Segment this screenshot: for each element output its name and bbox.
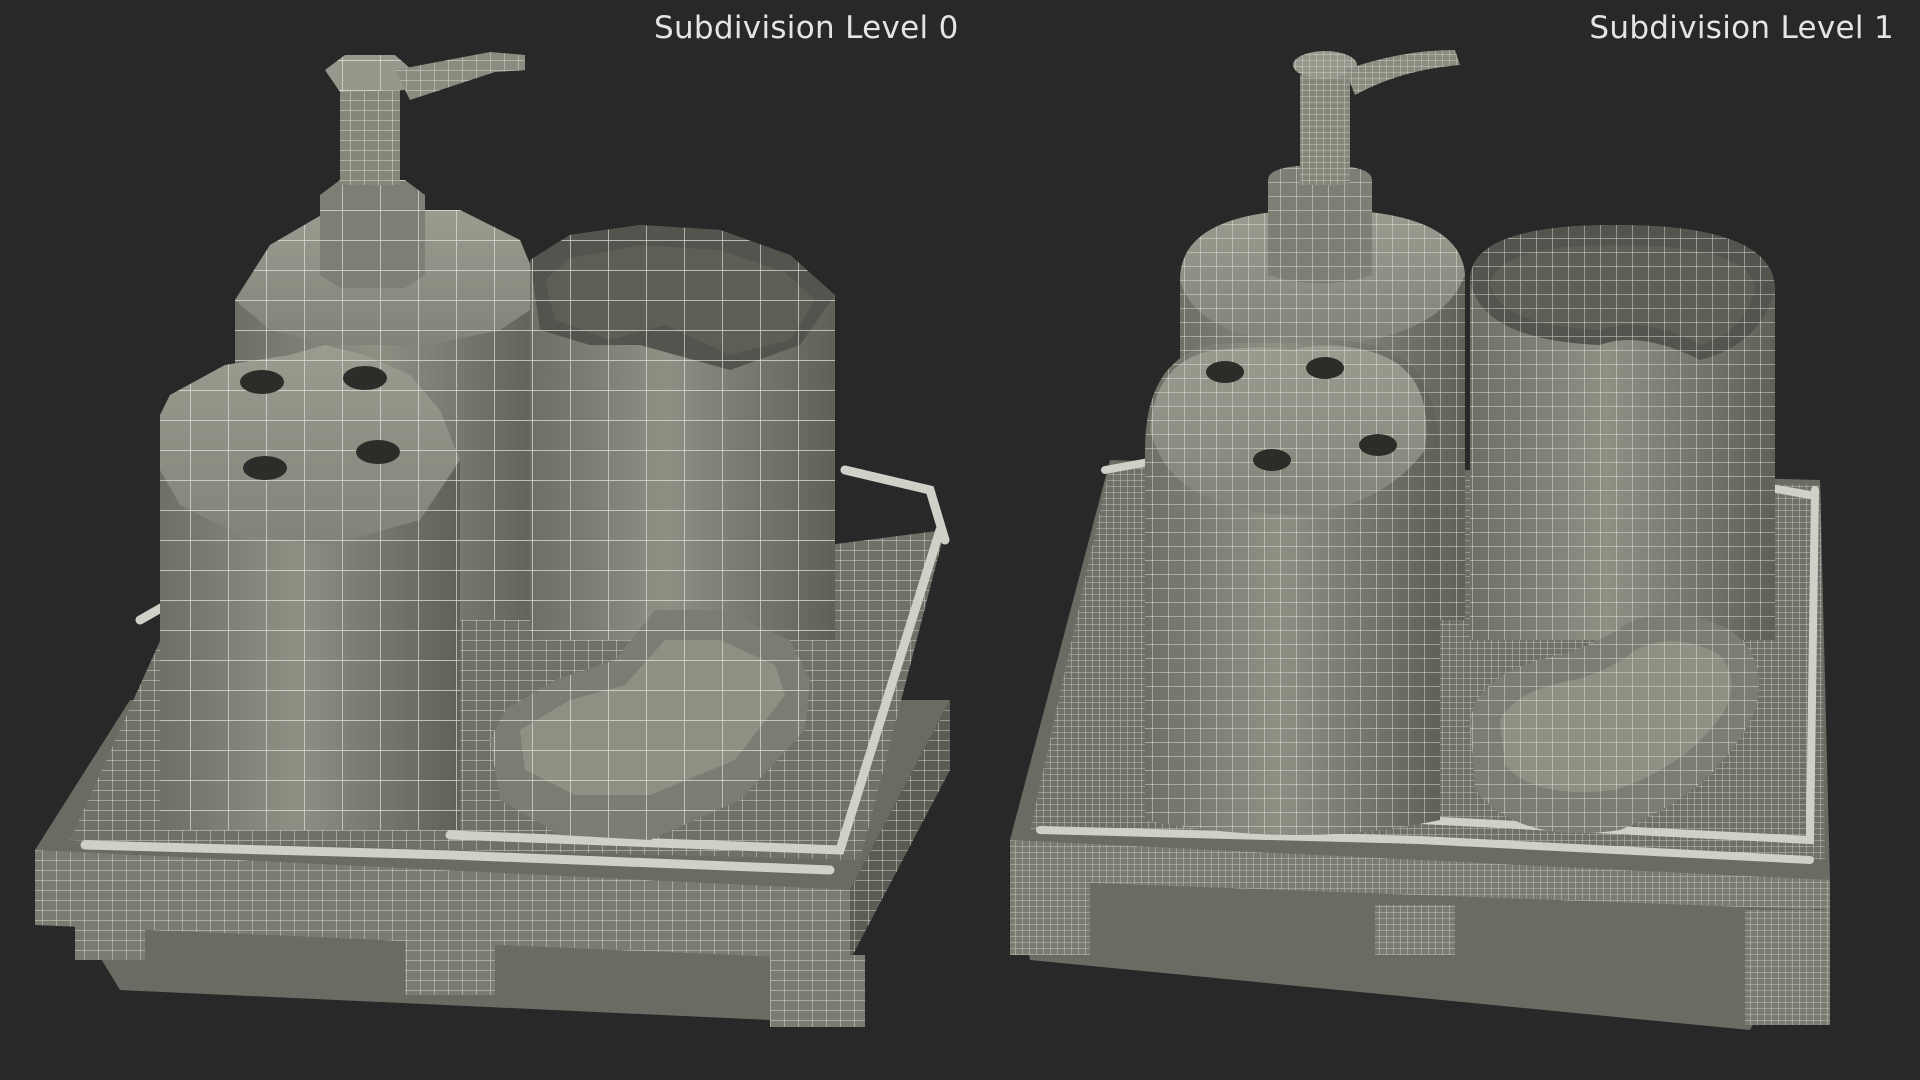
subdivision-level-0-label: Subdivision Level 0	[654, 10, 959, 46]
brush-hole-r3	[1253, 449, 1291, 471]
toothbrush-holder-right	[1145, 340, 1440, 835]
tumbler-right	[1470, 225, 1775, 640]
viewport: Subdivision Level 0 Subdivision Level 1	[0, 0, 1920, 1080]
subdivision-level-1-label: Subdivision Level 1	[1589, 10, 1894, 46]
brush-hole-2	[343, 366, 387, 390]
model-subdivision-1	[1010, 50, 1830, 1030]
brush-hole-r4	[1359, 434, 1397, 456]
render-scene	[35, 50, 1830, 1030]
brush-hole-1	[240, 370, 284, 394]
toothbrush-holder-left	[160, 345, 460, 830]
tumbler-left	[530, 225, 835, 640]
brush-hole-4	[356, 440, 400, 464]
brush-hole-3	[243, 456, 287, 480]
brush-hole-r2	[1306, 357, 1344, 379]
model-subdivision-0	[35, 52, 950, 1027]
brush-hole-r1	[1206, 361, 1244, 383]
